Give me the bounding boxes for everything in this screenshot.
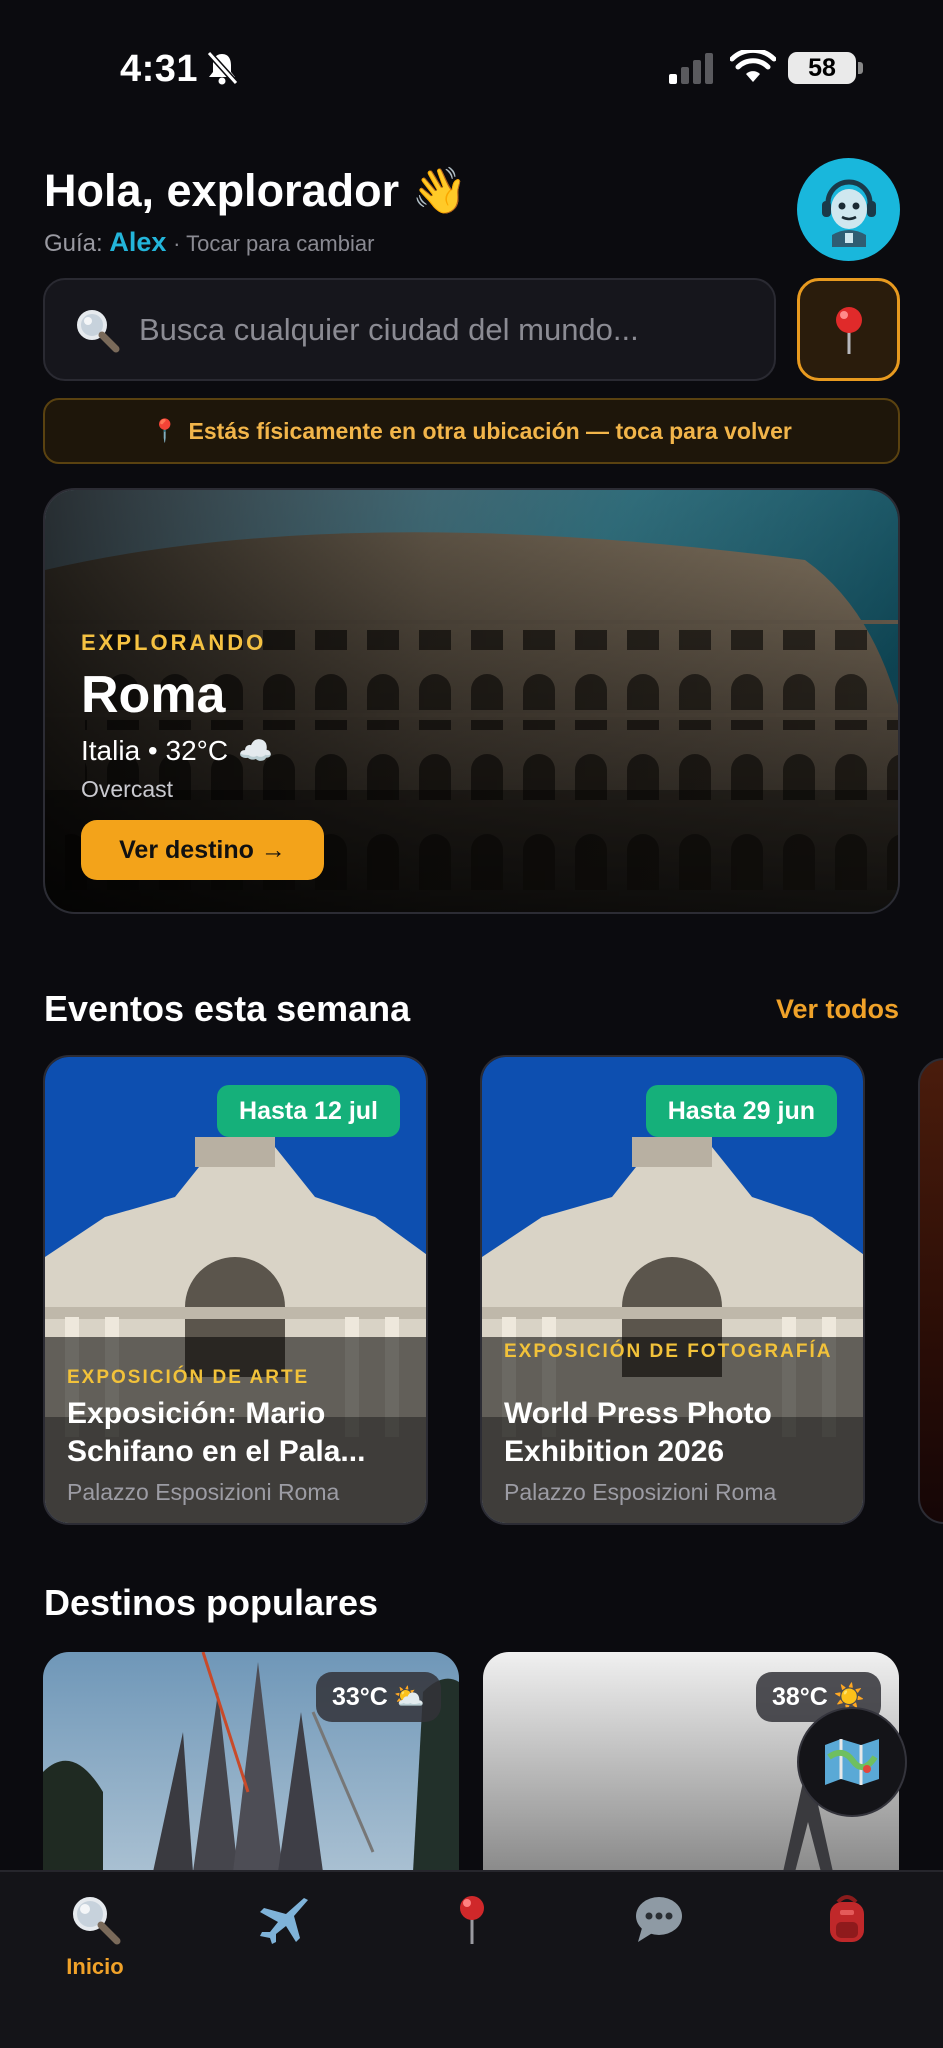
hero-city: Roma <box>81 666 226 724</box>
event-category: EXPOSICIÓN DE ARTE <box>67 1367 310 1388</box>
guide-avatar[interactable] <box>797 158 900 261</box>
battery-nub <box>858 62 863 74</box>
event-card[interactable]: Hasta 12 jul EXPOSICIÓN DE ARTE Exposici… <box>43 1055 428 1525</box>
hero-kicker: EXPLORANDO <box>81 630 267 655</box>
tab-chat[interactable] <box>604 1892 714 2002</box>
location-banner-text: Estás físicamente en otra ubicación — to… <box>188 417 792 444</box>
map-icon <box>825 1739 879 1785</box>
guide-selector[interactable]: Guía: Alex · Tocar para cambiar <box>44 227 374 258</box>
destination-card[interactable]: 33°C ⛅ <box>43 1652 459 1872</box>
bell-muted-icon <box>206 50 239 86</box>
robot-guide-icon <box>821 179 876 247</box>
location-button[interactable] <box>797 278 900 381</box>
event-date-badge: Hasta 29 jun <box>645 1085 837 1137</box>
hero-country-temp: Italia • 32°C <box>81 734 229 766</box>
cloud-icon: ☁️ <box>238 735 273 766</box>
tab-inicio[interactable]: Inicio <box>40 1892 150 2002</box>
hero-destination-card[interactable]: EXPLORANDO Roma Italia • 32°C ☁️ Overcas… <box>43 488 900 914</box>
event-card[interactable]: Hasta 29 jun EXPOSICIÓN DE FOTOGRAFÍA Wo… <box>480 1055 865 1525</box>
search-icon <box>77 309 120 352</box>
backpack-icon <box>830 1895 864 1942</box>
map-pin-icon <box>835 306 862 354</box>
guide-name[interactable]: Alex <box>109 227 166 257</box>
status-time: 4:31 <box>120 48 199 90</box>
tab-label: Inicio <box>66 1954 124 1979</box>
tab-mochila[interactable] <box>792 1892 902 2002</box>
weather-chip: 33°C ⛅ <box>316 1672 441 1722</box>
guide-label: Guía: <box>44 230 103 257</box>
hero-meta: Italia • 32°C ☁️ <box>81 734 273 767</box>
weather-temp: 33°C <box>332 1682 388 1711</box>
search-box[interactable] <box>43 278 776 381</box>
tab-mapa[interactable] <box>417 1892 527 2002</box>
battery-level: 58 <box>808 53 836 82</box>
location-banner[interactable]: 📍 Estás físicamente en otra ubicación — … <box>43 398 900 464</box>
bottom-tab-bar: Inicio <box>0 1870 943 2048</box>
map-pin-icon <box>460 1896 484 1944</box>
tab-viajes[interactable] <box>228 1892 338 2002</box>
map-fab-button[interactable] <box>797 1707 907 1817</box>
event-card-peek[interactable] <box>918 1058 943 1524</box>
see-all-events-link[interactable]: Ver todos <box>776 994 899 1025</box>
search-icon <box>73 1897 121 1945</box>
event-venue: Palazzo Esposizioni Roma <box>504 1479 777 1505</box>
status-bar: 4:31 58 <box>0 0 943 140</box>
hero-condition: Overcast <box>81 776 174 802</box>
greeting-title: Hola, explorador 👋 <box>44 165 468 216</box>
chat-icon <box>636 1897 682 1942</box>
event-date-badge: Hasta 12 jul <box>217 1085 400 1137</box>
airplane-icon <box>260 1898 308 1944</box>
search-input[interactable] <box>139 311 739 348</box>
cell-signal-icon <box>669 53 713 84</box>
event-title: World Press Photo Exhibition 2026 <box>504 1397 772 1468</box>
view-destination-button[interactable]: Ver destino → <box>81 820 324 880</box>
event-venue: Palazzo Esposizioni Roma <box>67 1479 340 1505</box>
wifi-icon <box>730 50 776 82</box>
guide-hint: · Tocar para cambiar <box>173 231 375 256</box>
destinations-section-title: Destinos populares <box>44 1582 379 1623</box>
battery-indicator: 58 <box>788 52 856 84</box>
pin-icon: 📍 <box>151 418 179 443</box>
event-category: EXPOSICIÓN DE FOTOGRAFÍA <box>504 1341 833 1362</box>
events-section-title: Eventos esta semana <box>44 988 411 1029</box>
weather-temp: 38°C <box>772 1682 828 1711</box>
event-title: Exposición: Mario Schifano en el Pala... <box>67 1397 366 1468</box>
partly-cloudy-icon: ⛅ <box>393 1682 425 1711</box>
